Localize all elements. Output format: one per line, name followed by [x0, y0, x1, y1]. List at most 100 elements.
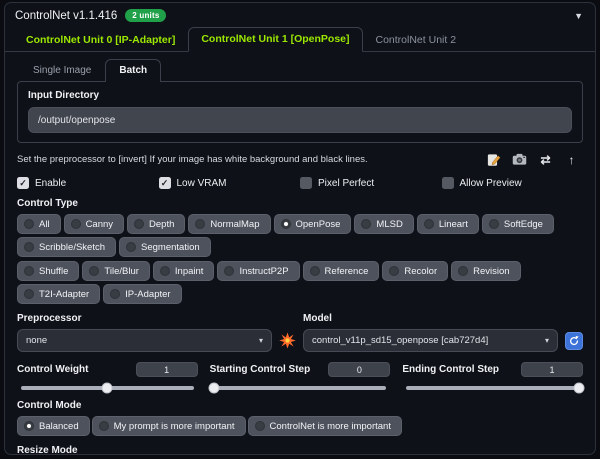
control-type-t2i-adapter[interactable]: T2I-Adapter — [17, 284, 101, 304]
radio-icon — [361, 219, 372, 229]
control-type-canny[interactable]: Canny — [63, 214, 125, 234]
unit-tab-bar: ControlNet Unit 0 [IP-Adapter] ControlNe… — [5, 27, 595, 52]
control-type-openpose[interactable]: OpenPose — [273, 214, 352, 234]
control-mode-balanced[interactable]: Balanced — [17, 416, 90, 436]
radio-label: Revision — [473, 265, 510, 277]
control-type-recolor[interactable]: Recolor — [382, 261, 449, 281]
control-type-instructp2p[interactable]: InstructP2P — [217, 261, 300, 281]
unit-content: Single Image Batch Input Directory Set t… — [5, 52, 595, 459]
radio-label: Depth — [149, 218, 175, 230]
radio-selected-icon — [24, 421, 34, 431]
checkbox-pixel-perfect[interactable]: Pixel Perfect — [300, 177, 442, 189]
control-type-tile-blur[interactable]: Tile/Blur — [82, 261, 150, 281]
controlnet-extension-panel: ControlNet v1.1.416 2 units ▼ ControlNet… — [0, 0, 600, 459]
radio-label: NormalMap — [210, 218, 260, 230]
batch-panel: Input Directory — [17, 81, 583, 143]
radio-icon — [126, 242, 137, 252]
extension-title: ControlNet v1.1.416 — [15, 9, 118, 22]
units-count-badge: 2 units — [125, 9, 167, 22]
model-value: control_v11p_sd15_openpose [cab727d4] — [312, 335, 489, 346]
checkbox-allow-preview[interactable]: Allow Preview — [441, 177, 584, 189]
radio-label: All — [39, 218, 50, 230]
checkbox-enable[interactable]: ✓ Enable — [17, 177, 159, 189]
radio-icon — [488, 219, 499, 229]
radio-icon — [24, 289, 34, 299]
radio-label: Recolor — [404, 265, 438, 277]
radio-label: Lineart — [438, 218, 468, 230]
tab-unit-1-openpose[interactable]: ControlNet Unit 1 [OpenPose] — [188, 27, 363, 52]
radio-label: OpenPose — [295, 218, 341, 230]
collapse-arrow-icon[interactable]: ▼ — [572, 11, 585, 21]
radio-icon — [159, 266, 170, 276]
control-type-inpaint[interactable]: Inpaint — [152, 261, 215, 281]
starting-control-step-input[interactable] — [328, 362, 391, 377]
ending-control-step-input[interactable] — [521, 362, 584, 377]
input-directory-field[interactable] — [28, 107, 572, 133]
ending-control-step-group: Ending Control Step — [402, 362, 585, 394]
control-type-lineart[interactable]: Lineart — [416, 214, 479, 234]
control-weight-slider[interactable] — [21, 382, 194, 394]
checkbox-low-vram[interactable]: ✓ Low VRAM — [158, 177, 301, 189]
radio-label: Tile/Blur — [104, 265, 139, 277]
controlnet-widget: ControlNet v1.1.416 2 units ▼ ControlNet… — [4, 2, 596, 456]
control-type-shuffle[interactable]: Shuffle — [17, 261, 80, 281]
resize-mode-label: Resize Mode — [17, 445, 78, 456]
control-mode-label: Control Mode — [17, 400, 82, 411]
control-type-ip-adapter[interactable]: IP-Adapter — [103, 284, 182, 304]
tab-batch[interactable]: Batch — [105, 59, 162, 82]
webcam-icon[interactable] — [512, 152, 527, 167]
control-type-mlsd[interactable]: MLSD — [354, 214, 414, 234]
radio-icon — [309, 266, 320, 276]
input-mode-tab-bar: Single Image Batch — [17, 59, 583, 82]
starting-control-step-label: Starting Control Step — [209, 364, 311, 375]
preprocessor-label: Preprocessor — [17, 313, 82, 324]
starting-control-step-slider[interactable] — [208, 382, 387, 394]
chevron-down-icon: ▾ — [258, 336, 263, 345]
radio-label: Segmentation — [141, 241, 200, 253]
control-type-softedge[interactable]: SoftEdge — [481, 214, 554, 234]
chevron-down-icon: ▾ — [544, 336, 549, 345]
model-label: Model — [303, 313, 332, 324]
control-type-segmentation[interactable]: Segmentation — [119, 237, 211, 257]
mirror-webcam-icon[interactable]: ⇄ — [538, 152, 553, 167]
control-type-all[interactable]: All — [17, 214, 61, 234]
checkbox-label: Low VRAM — [176, 177, 227, 189]
control-type-scribble-sketch[interactable]: Scribble/Sketch — [17, 237, 117, 257]
new-canvas-icon[interactable] — [486, 152, 501, 167]
send-dimensions-icon[interactable]: ↑ — [564, 152, 579, 167]
radio-icon — [24, 242, 34, 252]
canvas-tool-icons: ⇄ ↑ — [486, 152, 583, 167]
tab-unit-2[interactable]: ControlNet Unit 2 — [363, 28, 470, 52]
tab-unit-0-ip-adapter[interactable]: ControlNet Unit 0 [IP-Adapter] — [13, 28, 188, 52]
control-weight-input[interactable] — [135, 362, 198, 377]
run-preprocessor-icon[interactable] — [279, 332, 296, 349]
checkbox-label: Enable — [35, 177, 67, 189]
ending-control-step-slider[interactable] — [406, 382, 585, 394]
control-type-normalmap[interactable]: NormalMap — [188, 214, 271, 234]
control-type-depth[interactable]: Depth — [127, 214, 186, 234]
accordion-header[interactable]: ControlNet v1.1.416 2 units ▼ — [5, 3, 595, 27]
radio-icon — [195, 219, 206, 229]
checkbox-checked-icon: ✓ — [158, 177, 171, 189]
control-mode-controlnet-important[interactable]: ControlNet is more important — [247, 416, 402, 436]
invert-hint-text: Set the preprocessor to [invert] If your… — [17, 154, 368, 165]
radio-label: Shuffle — [39, 265, 69, 277]
slider-thumb[interactable] — [573, 382, 585, 394]
radio-label: ControlNet is more important — [269, 420, 391, 432]
control-weight-label: Control Weight — [17, 364, 89, 375]
radio-icon — [24, 266, 34, 276]
checkbox-unchecked-icon — [441, 177, 454, 189]
slider-thumb[interactable] — [208, 382, 220, 394]
hint-row: Set the preprocessor to [invert] If your… — [17, 152, 583, 167]
control-type-reference[interactable]: Reference — [302, 261, 380, 281]
model-dropdown[interactable]: control_v11p_sd15_openpose [cab727d4] ▾ — [303, 329, 558, 352]
control-mode-prompt-important[interactable]: My prompt is more important — [91, 416, 246, 436]
radio-label: Inpaint — [174, 265, 204, 277]
radio-icon — [70, 219, 81, 229]
control-type-revision[interactable]: Revision — [451, 261, 521, 281]
tab-single-image[interactable]: Single Image — [19, 59, 105, 82]
radio-label: Balanced — [39, 420, 79, 432]
slider-thumb[interactable] — [101, 382, 113, 394]
preprocessor-dropdown[interactable]: none ▾ — [17, 329, 272, 352]
refresh-models-button[interactable] — [565, 332, 583, 350]
